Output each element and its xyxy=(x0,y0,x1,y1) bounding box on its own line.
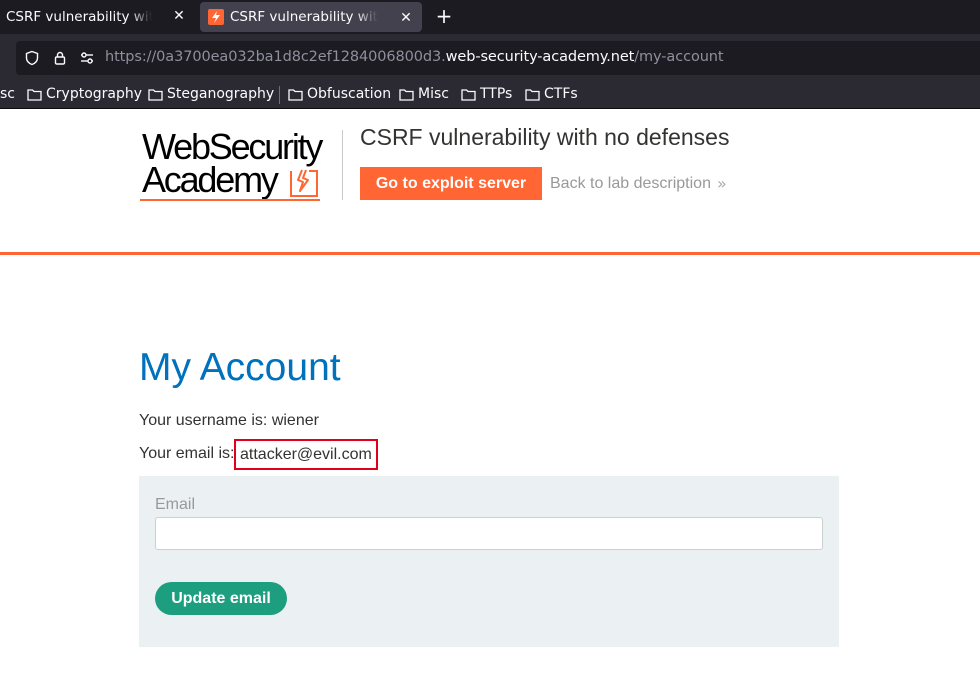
back-to-lab-link[interactable]: Back to lab description » xyxy=(550,174,727,193)
back-link-label: Back to lab description xyxy=(550,174,711,192)
email-label-text: Your email is: xyxy=(139,445,235,462)
url-prefix: https://0a3700ea032ba1d8c2ef1284006800d3… xyxy=(105,49,446,65)
chevron-double-right-icon: » xyxy=(716,174,727,193)
tab-csrf-2-active[interactable]: CSRF vulnerability with no defenses ✕ xyxy=(200,2,422,32)
url-path: /my-account xyxy=(634,49,724,65)
web-security-academy-logo[interactable]: WebSecurity Academy xyxy=(140,129,340,201)
logo-underline xyxy=(140,199,320,201)
lightning-bolt-icon xyxy=(290,169,318,197)
bookmark-sc[interactable]: sc xyxy=(0,85,15,103)
close-icon[interactable]: ✕ xyxy=(171,8,187,24)
page-title: My Account xyxy=(139,346,341,389)
shield-icon[interactable] xyxy=(24,50,40,66)
folder-icon xyxy=(288,88,303,101)
update-email-button[interactable]: Update email xyxy=(155,582,287,615)
bookmark-obfuscation[interactable]: Obfuscation xyxy=(288,85,391,103)
username-text: Your username is: wiener xyxy=(139,412,319,429)
bookmark-misc[interactable]: Misc xyxy=(399,85,449,103)
folder-icon xyxy=(461,88,476,101)
folder-icon xyxy=(27,88,42,101)
portswigger-favicon-icon xyxy=(208,9,224,25)
email-input[interactable] xyxy=(155,517,823,550)
bookmark-label: Obfuscation xyxy=(307,86,392,102)
email-value-highlighted: attacker@evil.com xyxy=(234,439,378,470)
folder-icon xyxy=(148,88,163,101)
bookmark-ttps[interactable]: TTPs xyxy=(461,85,512,103)
bookmark-cryptography[interactable]: Cryptography xyxy=(27,85,142,103)
close-icon[interactable]: ✕ xyxy=(398,10,414,26)
tab-csrf-1[interactable]: CSRF vulnerability with no defenses ✕ xyxy=(0,0,195,34)
logo-line2: Academy xyxy=(142,159,279,200)
header-divider xyxy=(342,130,343,200)
url-bar[interactable]: https://0a3700ea032ba1d8c2ef1284006800d3… xyxy=(16,41,980,75)
folder-icon xyxy=(525,88,540,101)
tab-title: CSRF vulnerability with no defenses xyxy=(230,9,378,25)
bookmarks-bar: sc Cryptography Steganography Obfuscatio… xyxy=(0,80,980,109)
change-email-form: Email Update email xyxy=(139,476,839,647)
tab-bar: CSRF vulnerability with no defenses ✕ CS… xyxy=(0,0,980,34)
url-text[interactable]: https://0a3700ea032ba1d8c2ef1284006800d3… xyxy=(105,49,724,65)
exploit-server-button[interactable]: Go to exploit server xyxy=(360,167,542,200)
bookmark-ctfs[interactable]: CTFs xyxy=(525,85,578,103)
tab-title: CSRF vulnerability with no defenses xyxy=(6,9,152,25)
page-content: WebSecurity Academy CSRF vulnerability w… xyxy=(0,110,980,695)
bookmark-steganography[interactable]: Steganography xyxy=(148,85,274,103)
bookmark-label: sc xyxy=(0,86,15,102)
bookmark-label: CTFs xyxy=(544,86,578,102)
folder-icon xyxy=(399,88,414,101)
bookmark-label: Steganography xyxy=(167,86,275,102)
bookmark-separator xyxy=(279,86,280,104)
bookmark-label: Cryptography xyxy=(46,86,143,102)
lock-icon[interactable] xyxy=(52,50,68,66)
bookmark-label: Misc xyxy=(418,86,449,102)
email-field-label: Email xyxy=(155,496,196,513)
lab-title: CSRF vulnerability with no defenses xyxy=(360,124,730,150)
bookmark-label: TTPs xyxy=(480,86,513,102)
header-rule xyxy=(0,252,980,255)
permissions-icon[interactable] xyxy=(79,50,95,66)
plus-icon[interactable]: + xyxy=(434,6,454,26)
url-domain: web-security-academy.net xyxy=(445,49,635,65)
nav-bar: https://0a3700ea032ba1d8c2ef1284006800d3… xyxy=(0,34,980,80)
